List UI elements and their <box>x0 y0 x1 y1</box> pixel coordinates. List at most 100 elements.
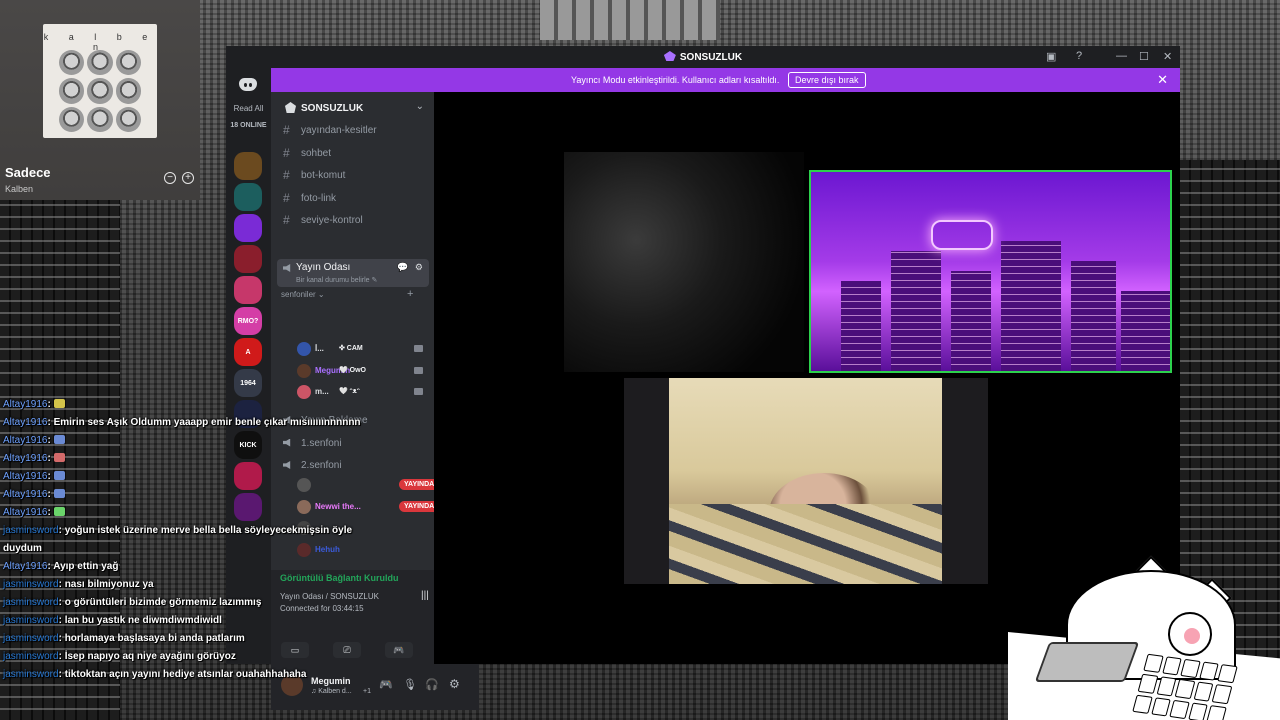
chat-username[interactable]: jasminsword <box>3 615 59 626</box>
server-icon[interactable] <box>234 276 262 304</box>
channel-name: sohbet <box>301 147 332 159</box>
text-channel[interactable]: # seviye-kontrol <box>277 210 427 230</box>
server-icon-label <box>234 276 262 304</box>
add-icon[interactable]: + <box>182 172 194 184</box>
read-all-button[interactable]: Read All <box>226 104 271 113</box>
server-icon[interactable]: A <box>234 338 262 366</box>
chat-username[interactable]: Altay1916 <box>3 561 47 572</box>
hash-icon: # <box>283 190 290 205</box>
chat-text: Emirin ses Aşık Oldumm yaaapp emir benle… <box>53 417 361 428</box>
camera-icon <box>414 388 423 395</box>
chat-message: jasminsword: yoğun istek üzerine merve b… <box>3 525 353 536</box>
chat-message: Altay1916: <box>3 504 603 522</box>
server-icon-label: RMO? <box>237 317 259 325</box>
remove-icon[interactable]: − <box>164 172 176 184</box>
chat-username[interactable]: Altay1916 <box>3 399 47 410</box>
background-window <box>540 0 720 40</box>
chat-message: jasminsword: İsep napıyo aq niye ayağını… <box>3 651 236 662</box>
chat-message: Altay1916: <box>3 486 603 504</box>
help-icon[interactable]: ? <box>1076 50 1082 62</box>
chat-text: lan bu yastık ne diwmdiwmdiwidl <box>64 615 222 626</box>
chat-username[interactable]: Altay1916 <box>3 489 47 500</box>
chat-username[interactable]: Altay1916 <box>3 471 47 482</box>
chevron-down-icon[interactable]: ⌄ <box>416 101 424 112</box>
discord-home-icon[interactable] <box>239 78 257 91</box>
server-icon-label: A <box>245 348 251 356</box>
server-icon[interactable] <box>234 214 262 242</box>
emote-icon <box>53 507 65 516</box>
server-logo-icon <box>663 51 676 61</box>
chat-username[interactable]: jasminsword <box>3 633 59 644</box>
album-cover: k a l b e n <box>43 24 157 138</box>
speaker-icon <box>283 264 291 272</box>
maximize-icon[interactable]: ☐ <box>1139 50 1149 63</box>
close-window-icon[interactable]: ✕ <box>1163 50 1172 63</box>
chat-username[interactable]: jasminsword <box>3 669 59 680</box>
server-icon[interactable]: RMO? <box>234 307 262 335</box>
inbox-icon[interactable]: ▣ <box>1046 50 1056 63</box>
voice-channel-actions[interactable]: 💬 ⚙ <box>397 262 425 273</box>
category-senfoniler[interactable]: senfoniler ⌄ + <box>281 288 413 300</box>
chat-message: jasminsword: o görüntüleri bizimde görme… <box>3 597 262 608</box>
member-tag: 🤍 ᵔᴥᵔ <box>339 388 360 395</box>
chat-username[interactable]: Altay1916 <box>3 453 47 464</box>
voice-channel-active[interactable]: Yayın Odası Bir kanal durumu belirle ✎ 💬… <box>277 259 429 287</box>
text-channel[interactable]: # sohbet <box>277 143 427 163</box>
chat-text: yoğun istek üzerine merve bella bella sö… <box>64 525 353 536</box>
text-channel[interactable]: # foto-link <box>277 188 427 208</box>
member-name: m... <box>315 387 329 396</box>
channel-name: seviye-kontrol <box>301 215 363 226</box>
server-icon-label <box>234 152 262 180</box>
track-title: Sadece <box>5 165 51 180</box>
hash-icon: # <box>283 145 290 160</box>
channel-status[interactable]: Bir kanal durumu belirle ✎ <box>296 276 377 284</box>
user-status-extra: +1 <box>363 688 371 695</box>
add-channel-icon[interactable]: + <box>407 288 413 300</box>
server-icon[interactable] <box>234 152 262 180</box>
robot-logo-icon <box>931 220 993 250</box>
video-tile-stream[interactable] <box>809 170 1172 373</box>
video-tile-webcam[interactable] <box>624 378 988 584</box>
voice-member[interactable]: İ... ✜ CAM <box>295 340 425 358</box>
chat-text: horlamaya başlasaya bi anda patlarım <box>64 633 245 644</box>
server-icon[interactable] <box>234 183 262 211</box>
minimize-icon[interactable]: — <box>1116 50 1127 62</box>
chat-username[interactable]: jasminsword <box>3 651 59 662</box>
stream-chat: Altay1916: Altay1916: Emirin ses Aşık Ol… <box>3 396 603 684</box>
server-icon[interactable] <box>234 245 262 273</box>
text-channel[interactable]: # bot-komut <box>277 165 427 185</box>
chat-text: o görüntüleri bizimde görmemiz lazımmış <box>64 597 262 608</box>
chat-message: Altay1916: <box>3 396 603 414</box>
camera-icon <box>414 345 423 352</box>
chat-username[interactable]: Altay1916 <box>3 435 47 446</box>
guild-header[interactable]: SONSUZLUK ⌄ <box>271 92 434 120</box>
notice-text: Yayıncı Modu etkinleştirildi. Kullanıcı … <box>571 75 780 85</box>
chat-username[interactable]: jasminsword <box>3 579 59 590</box>
streamer-mode-notice: Yayıncı Modu etkinleştirildi. Kullanıcı … <box>271 68 1180 92</box>
server-icon-label <box>234 245 262 273</box>
guild-name: SONSUZLUK <box>301 103 364 114</box>
mouse-pad-icon <box>1034 642 1140 682</box>
chat-message: Altay1916: <box>3 468 603 486</box>
server-icon[interactable]: 1964 <box>234 369 262 397</box>
emote-icon <box>53 435 65 444</box>
camera-icon <box>414 366 423 374</box>
disable-streamer-mode-button[interactable]: Devre dışı bırak <box>788 72 866 88</box>
chat-username[interactable]: jasminsword <box>3 597 59 608</box>
emote-icon <box>53 471 65 480</box>
voice-member[interactable]: Megumin 🤍 OwO <box>295 362 425 380</box>
chat-message: Altay1916: Emirin ses Aşık Oldumm yaaapp… <box>3 417 361 428</box>
chat-message: Altay1916: Ayıp ettin yağ <box>3 561 119 572</box>
chat-text: Ayıp ettin yağ <box>53 561 119 572</box>
window-title: SONSUZLUK <box>226 51 1180 63</box>
album-cover-text: k a l b e n <box>43 32 157 52</box>
chat-username[interactable]: Altay1916 <box>3 417 47 428</box>
emote-icon <box>53 399 65 408</box>
chat-text: duydum <box>3 543 42 554</box>
video-tile-dark[interactable] <box>564 152 804 372</box>
voice-channel-name: Yayın Odası <box>296 262 351 273</box>
chat-username[interactable]: Altay1916 <box>3 507 47 518</box>
text-channel[interactable]: # yayından-kesitler <box>277 120 427 140</box>
chat-username[interactable]: jasminsword <box>3 525 59 536</box>
notice-close-icon[interactable]: ✕ <box>1157 72 1168 88</box>
